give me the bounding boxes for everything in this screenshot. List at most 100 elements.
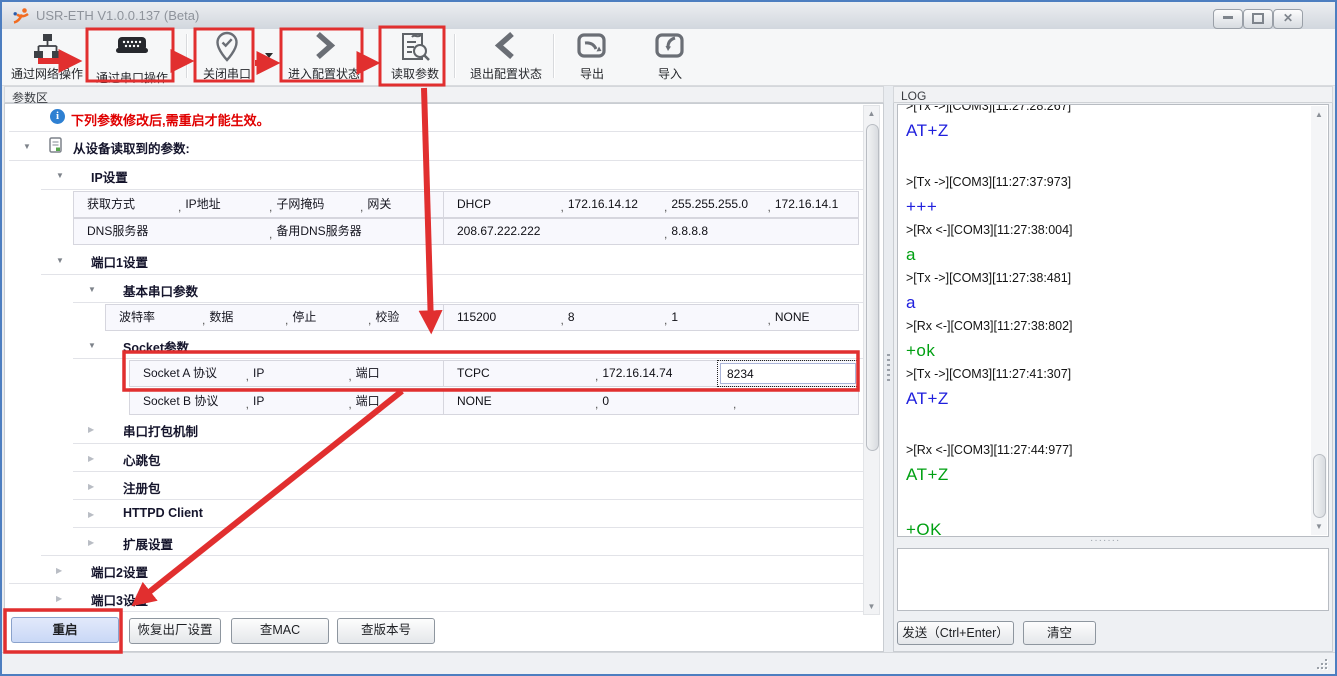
triangle-expanded-icon[interactable]: ▼ — [56, 256, 64, 265]
query-mac-button[interactable]: 查MAC — [231, 618, 329, 644]
notice-row: i 下列参数修改后,需重启才能生效。 — [5, 105, 883, 132]
resize-grip[interactable] — [1315, 657, 1327, 669]
tree-section-port2[interactable]: ▶ 端口2设置 — [5, 557, 883, 584]
pin-check-icon — [198, 30, 256, 64]
tree-section-httpd[interactable]: ▶ HTTPD Client — [5, 501, 883, 528]
log-line: a — [906, 291, 1308, 314]
tree-root-label: 从设备读取到的参数: — [73, 138, 190, 157]
panel-splitter[interactable] — [885, 86, 892, 652]
value-mask[interactable]: ,255.255.255.0 — [651, 192, 755, 217]
value-socket-b-port[interactable]: , — [720, 389, 858, 414]
value-stopbits[interactable]: ,1 — [651, 305, 755, 330]
param-row-ip[interactable]: 获取方式 ,IP地址 ,子网掩码 ,网关 DHCP ,172.16.14.12 … — [73, 191, 859, 218]
toolbar-button-network[interactable]: 通过网络操作 — [8, 30, 86, 82]
log-line: >[Rx <-][COM3][11:27:44:977] — [906, 441, 1308, 459]
triangle-collapsed-icon[interactable]: ▶ — [88, 538, 94, 547]
triangle-expanded-icon[interactable]: ▼ — [56, 171, 64, 180]
send-button[interactable]: 发送（Ctrl+Enter） — [897, 621, 1014, 645]
log-output-area[interactable]: >[Tx ->][COM3][11:27:28:267]AT+Z>[Tx ->]… — [897, 104, 1329, 537]
log-line: >[Tx ->][COM3][11:27:37:973] — [906, 173, 1308, 191]
tree-section-ip[interactable]: ▼ IP设置 — [5, 162, 883, 190]
params-scrollbar-thumb[interactable] — [866, 124, 879, 451]
params-scrollbar[interactable]: ▲ ▼ — [863, 105, 880, 615]
value-socket-a-ip[interactable]: ,172.16.14.74 — [582, 361, 720, 386]
triangle-collapsed-icon[interactable]: ▶ — [88, 425, 94, 434]
title-bar[interactable]: USR-ETH V1.0.0.137 (Beta) ✕ — [2, 2, 1335, 30]
tree-section-socket[interactable]: ▼ Socket参数 — [5, 332, 883, 359]
scroll-up-icon[interactable]: ▲ — [864, 109, 879, 118]
close-button[interactable]: ✕ — [1273, 9, 1303, 29]
log-splitter[interactable]: ······· — [1090, 539, 1130, 544]
toolbar-button-import[interactable]: 导入 — [642, 30, 698, 82]
triangle-collapsed-icon[interactable]: ▶ — [88, 510, 94, 519]
log-line: +OK — [906, 518, 1308, 536]
tree-section-register[interactable]: ▶ 注册包 — [5, 473, 883, 500]
log-line: >[Rx <-][COM3][11:27:38:004] — [906, 221, 1308, 239]
query-version-button[interactable]: 查版本号 — [337, 618, 435, 644]
triangle-expanded-icon[interactable]: ▼ — [88, 285, 96, 294]
socket-a-port-input[interactable]: 8234 — [720, 363, 856, 384]
log-line: >[Tx ->][COM3][11:27:38:481] — [906, 269, 1308, 287]
value-socket-b-ip[interactable]: ,0 — [582, 389, 720, 414]
doc-magnifier-icon — [386, 30, 444, 64]
tree-section-heartbeat[interactable]: ▶ 心跳包 — [5, 445, 883, 472]
export-icon — [564, 30, 620, 64]
value-gateway[interactable]: ,172.16.14.1 — [755, 192, 859, 217]
scroll-down-icon[interactable]: ▼ — [1311, 522, 1327, 531]
tree-section-port1[interactable]: ▼ 端口1设置 — [5, 247, 883, 275]
value-baudrate[interactable]: 115200 — [444, 305, 548, 330]
log-lines: >[Tx ->][COM3][11:27:28:267]AT+Z>[Tx ->]… — [906, 105, 1308, 536]
value-socket-b-protocol[interactable]: NONE — [444, 389, 582, 414]
log-line — [906, 410, 1308, 438]
log-input-area[interactable] — [897, 548, 1329, 611]
toolbar-button-read-params[interactable]: 读取参数 — [386, 30, 444, 82]
log-panel-header: LOG — [893, 86, 1333, 103]
toolbar: 通过网络操作 通过串口操作 关闭串口 进入配置状态 读取参数 — [2, 29, 1335, 86]
toolbar-button-export[interactable]: 导出 — [564, 30, 620, 82]
params-panel: i 下列参数修改后,需重启才能生效。 ▼ 从设备读取到的参数: ▼ IP设置 获… — [4, 103, 884, 652]
app-window: USR-ETH V1.0.0.137 (Beta) ✕ 通过网络操作 通过串口操… — [0, 0, 1337, 676]
log-line: AT+Z — [906, 119, 1308, 142]
tree-section-serial-basic[interactable]: ▼ 基本串口参数 — [5, 276, 883, 303]
minimize-button[interactable] — [1213, 9, 1243, 29]
maximize-button[interactable] — [1243, 9, 1273, 29]
value-socket-a-protocol[interactable]: TCPC — [444, 361, 582, 386]
triangle-collapsed-icon[interactable]: ▶ — [88, 454, 94, 463]
param-row-socket-a[interactable]: Socket A 协议 ,IP ,端口 TCPC ,172.16.14.74 8… — [129, 360, 859, 387]
log-scrollbar[interactable]: ▲ ▼ — [1311, 106, 1327, 535]
param-row-socket-b[interactable]: Socket B 协议 ,IP ,端口 NONE ,0 , — [129, 388, 859, 415]
triangle-collapsed-icon[interactable]: ▶ — [56, 566, 62, 575]
triangle-expanded-icon[interactable]: ▼ — [23, 142, 31, 151]
scroll-up-icon[interactable]: ▲ — [1311, 110, 1327, 119]
value-dns2[interactable]: ,8.8.8.8 — [651, 219, 858, 244]
triangle-expanded-icon[interactable]: ▼ — [88, 341, 96, 350]
tree-section-extended[interactable]: ▶ 扩展设置 — [5, 529, 883, 556]
log-scrollbar-thumb[interactable] — [1313, 454, 1326, 518]
triangle-collapsed-icon[interactable]: ▶ — [88, 482, 94, 491]
close-serial-dropdown-icon[interactable] — [265, 53, 273, 58]
import-icon — [642, 30, 698, 64]
value-dns1[interactable]: 208.67.222.222 — [444, 219, 651, 244]
toolbar-button-serial[interactable]: 通过串口操作 — [90, 30, 174, 82]
toolbar-button-enter-config[interactable]: 进入配置状态 — [284, 30, 364, 82]
tree-section-packing[interactable]: ▶ 串口打包机制 — [5, 416, 883, 444]
log-line: AT+Z — [906, 463, 1308, 486]
value-dhcp[interactable]: DHCP — [444, 192, 548, 217]
clear-button[interactable]: 清空 — [1023, 621, 1096, 645]
toolbar-button-exit-config[interactable]: 退出配置状态 — [464, 30, 548, 82]
value-ip[interactable]: ,172.16.14.12 — [548, 192, 652, 217]
value-parity[interactable]: ,NONE — [755, 305, 859, 330]
reboot-button[interactable]: 重启 — [11, 617, 119, 643]
scroll-down-icon[interactable]: ▼ — [864, 602, 879, 611]
toolbar-button-close-serial[interactable]: 关闭串口 — [198, 30, 256, 82]
close-icon: ✕ — [1283, 11, 1293, 25]
triangle-collapsed-icon[interactable]: ▶ — [56, 594, 62, 603]
log-line: +ok — [906, 339, 1308, 362]
param-row-serial[interactable]: 波特率 ,数据 ,停止 ,校验 115200 ,8 ,1 ,NONE — [105, 304, 859, 331]
factory-reset-button[interactable]: 恢复出厂设置 — [129, 618, 221, 644]
value-databits[interactable]: ,8 — [548, 305, 652, 330]
tree-section-port3[interactable]: ▶ 端口3设置 — [5, 585, 883, 612]
tree-root[interactable]: ▼ 从设备读取到的参数: — [5, 133, 883, 161]
log-panel-title: LOG — [901, 89, 926, 103]
param-row-dns[interactable]: DNS服务器 ,备用DNS服务器 208.67.222.222 ,8.8.8.8 — [73, 218, 859, 245]
